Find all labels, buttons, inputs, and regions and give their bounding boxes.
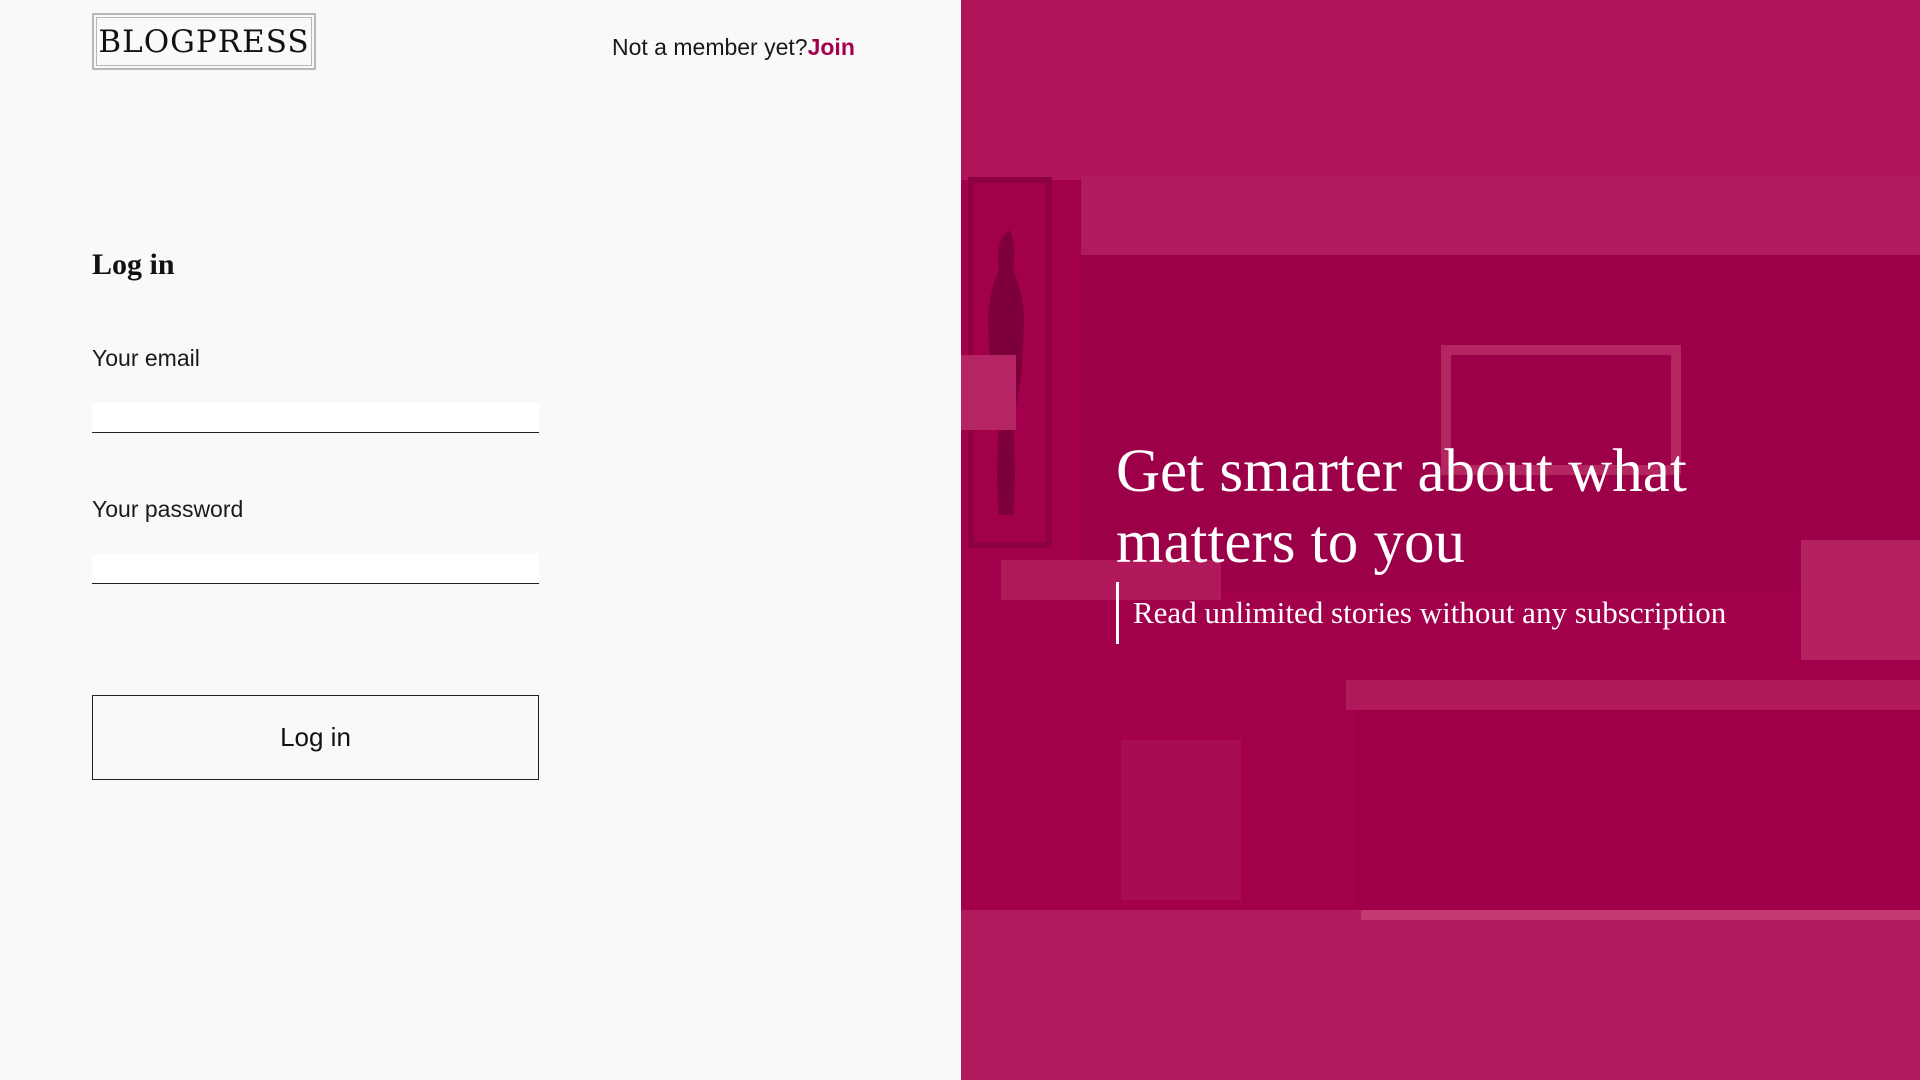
join-link[interactable]: Join [808, 34, 855, 60]
password-field[interactable] [92, 554, 539, 584]
hero-title: Get smarter about what matters to you [1116, 438, 1687, 576]
page-title: Log in [92, 248, 175, 281]
brand-logo[interactable]: BLOGPRESS [92, 13, 316, 70]
login-button[interactable]: Log in [92, 695, 539, 780]
login-panel: BLOGPRESS Not a member yet?Join Log in Y… [0, 0, 961, 1080]
password-label: Your password [92, 496, 244, 522]
hero-panel: Get smarter about what matters to you Re… [961, 0, 1920, 1080]
email-field[interactable] [92, 403, 539, 433]
hero-subtitle-text: Read unlimited stories without any subsc… [1133, 595, 1727, 630]
hero-subtitle: Read unlimited stories without any subsc… [1116, 582, 1726, 644]
email-label: Your email [92, 345, 200, 371]
signup-prompt-text: Not a member yet? [612, 34, 808, 60]
signup-prompt: Not a member yet?Join [612, 34, 855, 61]
